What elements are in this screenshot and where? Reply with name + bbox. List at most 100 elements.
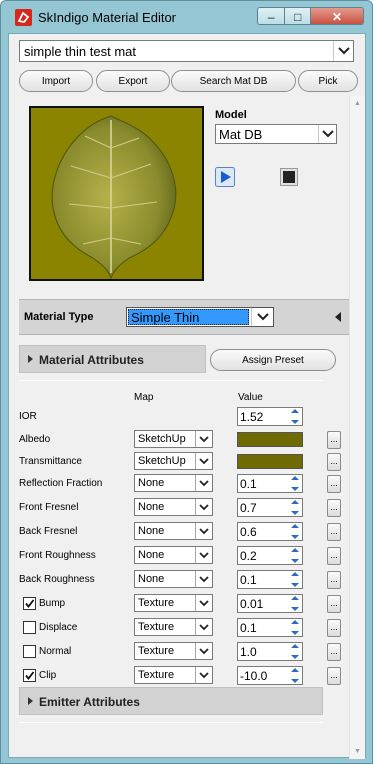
scroll-down-arrow-icon[interactable]: ▼ — [354, 748, 361, 755]
expand-triangle-icon — [28, 697, 33, 705]
import-button[interactable]: Import — [19, 70, 93, 92]
attr-value: 1.52 — [240, 410, 264, 424]
chevron-down-icon[interactable] — [251, 308, 273, 326]
material-type-bar: Material Type Simple Thin — [19, 299, 349, 335]
scroll-up-arrow-icon[interactable]: ▲ — [354, 100, 361, 107]
spinner-arrows-icon[interactable] — [288, 596, 301, 611]
stop-render-icon[interactable] — [280, 168, 298, 186]
displace-checkbox[interactable] — [23, 621, 36, 634]
normal-more-button[interactable]: ... — [327, 643, 341, 661]
model-select[interactable]: Mat DB — [215, 124, 337, 144]
map-value: None — [138, 477, 165, 489]
chevron-down-icon[interactable] — [195, 547, 212, 563]
chevron-down-icon[interactable] — [195, 595, 212, 611]
expand-triangle-icon — [28, 355, 33, 363]
chevron-down-icon[interactable] — [195, 571, 212, 587]
back-roughness-map-select[interactable]: None — [134, 570, 213, 588]
front-fresnel-map-select[interactable]: None — [134, 498, 213, 516]
albedo-more-button[interactable]: ... — [327, 431, 341, 449]
attr-label: Front Roughness — [19, 550, 96, 561]
chevron-down-icon[interactable] — [195, 499, 212, 515]
clip-map-select[interactable]: Texture — [134, 666, 213, 684]
emitter-attributes-header[interactable]: Emitter Attributes — [19, 687, 323, 715]
spinner-arrows-icon[interactable] — [288, 668, 301, 683]
front-fresnel-input[interactable]: 0.7 — [237, 498, 303, 517]
chevron-down-icon[interactable] — [195, 475, 212, 491]
search-mat-db-button[interactable]: Search Mat DB — [171, 70, 296, 92]
chevron-down-icon[interactable] — [195, 523, 212, 539]
back-fresnel-input[interactable]: 0.6 — [237, 522, 303, 541]
reflection-fraction-more-button[interactable]: ... — [327, 475, 341, 493]
back-fresnel-map-select[interactable]: None — [134, 522, 213, 540]
albedo-color-swatch[interactable] — [237, 432, 303, 447]
back-fresnel-more-button[interactable]: ... — [327, 523, 341, 541]
front-roughness-more-button[interactable]: ... — [327, 547, 341, 565]
displace-input[interactable]: 0.1 — [237, 618, 303, 637]
material-select[interactable]: simple thin test mat — [19, 40, 354, 62]
ior-input[interactable]: 1.52 — [237, 407, 303, 426]
map-value: Texture — [138, 597, 175, 609]
material-attributes-header[interactable]: Material Attributes — [19, 345, 206, 373]
map-value: None — [138, 525, 165, 537]
assign-preset-button[interactable]: Assign Preset — [210, 349, 336, 371]
attr-label: Back Roughness — [19, 574, 95, 585]
spinner-arrows-icon[interactable] — [288, 644, 301, 659]
transmittance-more-button[interactable]: ... — [327, 453, 341, 471]
spinner-arrows-icon[interactable] — [288, 572, 301, 587]
chevron-down-icon[interactable] — [195, 619, 212, 635]
albedo-map-select[interactable]: SketchUp — [134, 430, 213, 448]
attr-value: 0.1 — [240, 621, 257, 635]
spinner-arrows-icon[interactable] — [288, 620, 301, 635]
minimize-button[interactable]: – — [258, 8, 286, 24]
collapse-arrow-icon[interactable] — [335, 312, 341, 322]
close-button[interactable]: ✕ — [311, 8, 363, 24]
displace-more-button[interactable]: ... — [327, 619, 341, 637]
map-value: Texture — [138, 669, 175, 681]
bump-input[interactable]: 0.01 — [237, 594, 303, 613]
clip-checkbox[interactable] — [23, 669, 36, 682]
attr-row-reflection-fraction: Reflection Fraction None 0.1 ... — [19, 473, 349, 495]
bump-map-select[interactable]: Texture — [134, 594, 213, 612]
attr-value: 1.0 — [240, 645, 257, 659]
chevron-down-icon[interactable] — [195, 667, 212, 683]
clip-more-button[interactable]: ... — [327, 667, 341, 685]
back-roughness-more-button[interactable]: ... — [327, 571, 341, 589]
normal-checkbox[interactable] — [23, 645, 36, 658]
maximize-button[interactable]: □ — [285, 8, 312, 24]
export-button[interactable]: Export — [96, 70, 170, 92]
window-controls: – □ ✕ — [257, 7, 364, 25]
bump-more-button[interactable]: ... — [327, 595, 341, 613]
chevron-down-icon[interactable] — [333, 41, 353, 61]
front-roughness-input[interactable]: 0.2 — [237, 546, 303, 565]
front-roughness-map-select[interactable]: None — [134, 546, 213, 564]
title-bar[interactable]: SkIndigo Material Editor – □ ✕ — [1, 1, 372, 33]
transmittance-color-swatch[interactable] — [237, 454, 303, 469]
spinner-arrows-icon[interactable] — [288, 409, 301, 424]
chevron-down-icon[interactable] — [195, 643, 212, 659]
material-type-select[interactable]: Simple Thin — [126, 307, 274, 327]
reflection-fraction-input[interactable]: 0.1 — [237, 474, 303, 493]
chevron-down-icon[interactable] — [318, 125, 336, 143]
transmittance-map-select[interactable]: SketchUp — [134, 452, 213, 470]
attr-label: Clip — [39, 670, 57, 681]
normal-map-select[interactable]: Texture — [134, 642, 213, 660]
normal-input[interactable]: 1.0 — [237, 642, 303, 661]
pick-button[interactable]: Pick — [298, 70, 358, 92]
displace-map-select[interactable]: Texture — [134, 618, 213, 636]
clip-input[interactable]: -10.0 — [237, 666, 303, 685]
chevron-down-icon[interactable] — [195, 431, 212, 447]
spinner-arrows-icon[interactable] — [288, 524, 301, 539]
attr-row-normal: Normal Texture 1.0 ... — [19, 641, 349, 663]
attr-row-ior: IOR 1.52 — [19, 406, 349, 428]
front-fresnel-more-button[interactable]: ... — [327, 499, 341, 517]
reflection-fraction-map-select[interactable]: None — [134, 474, 213, 492]
spinner-arrows-icon[interactable] — [288, 476, 301, 491]
bump-checkbox[interactable] — [23, 597, 36, 610]
back-roughness-input[interactable]: 0.1 — [237, 570, 303, 589]
spinner-arrows-icon[interactable] — [288, 548, 301, 563]
chevron-down-icon[interactable] — [195, 453, 212, 469]
spinner-arrows-icon[interactable] — [288, 500, 301, 515]
play-render-icon[interactable] — [215, 167, 235, 187]
vertical-scrollbar[interactable]: ▲ ▼ — [349, 96, 365, 759]
attr-row-bump: Bump Texture 0.01 ... — [19, 593, 349, 615]
